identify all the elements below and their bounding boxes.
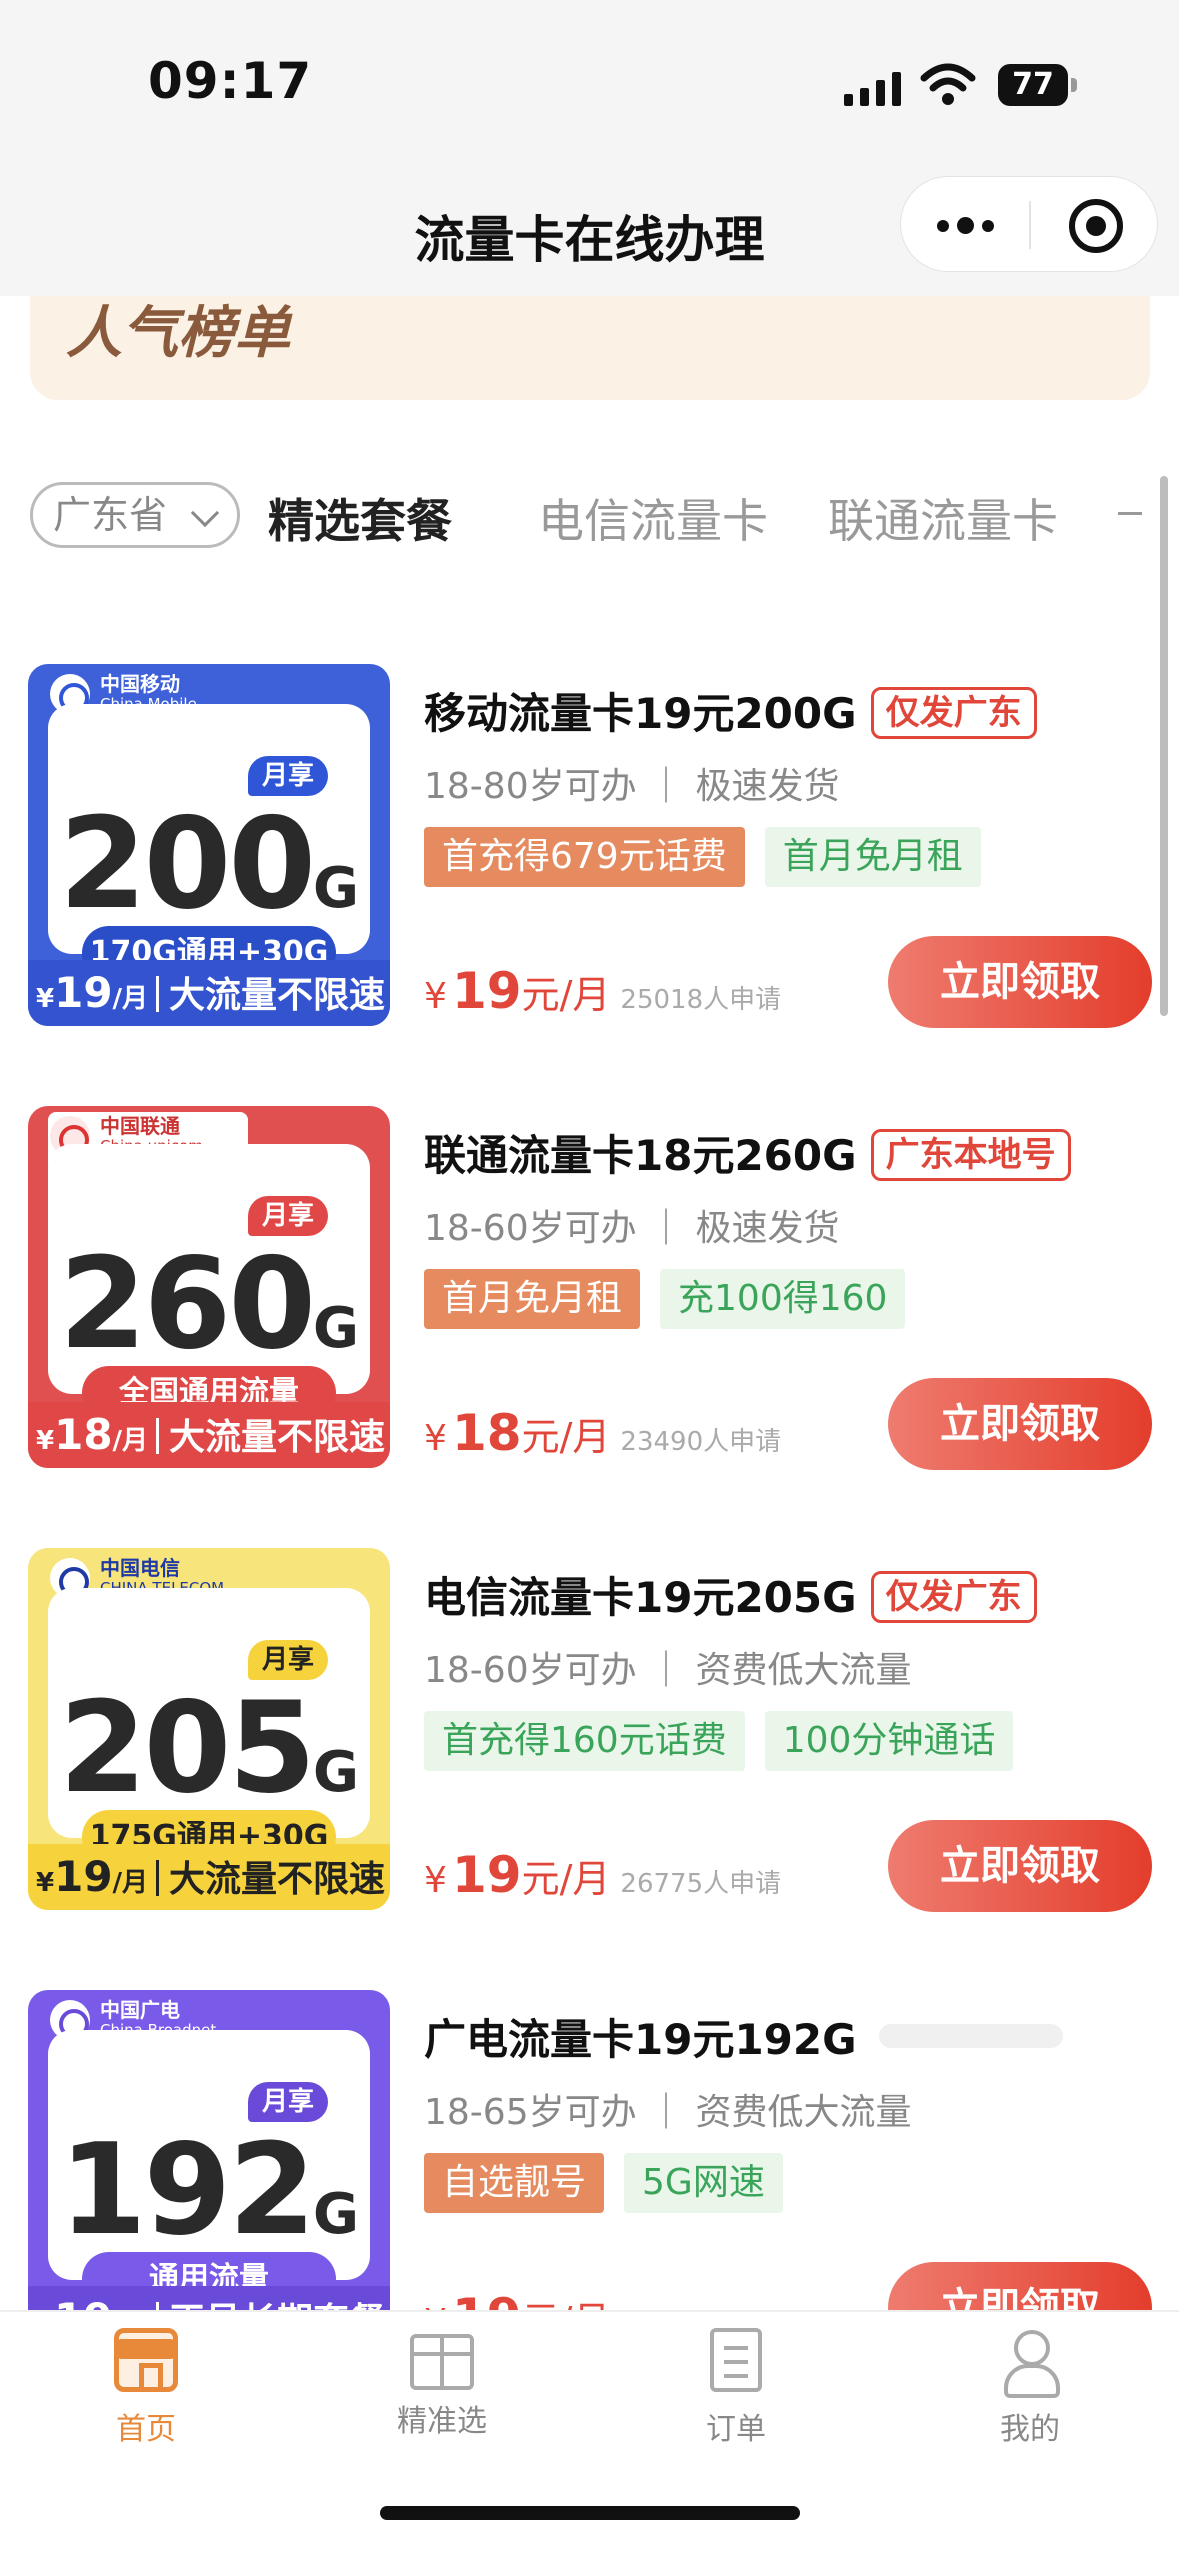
badge-placeholder xyxy=(878,2024,1063,2048)
tab-home-label: 首页 xyxy=(116,2412,176,2447)
promo-tag: 首月免月租 xyxy=(424,1269,641,1329)
applicants-count: 25018人申请 xyxy=(620,985,782,1015)
applicants-count: 26775人申请 xyxy=(620,1869,782,1899)
product-meta: 18-80岁可办 ｜ 极速发货 xyxy=(424,766,840,807)
tab-orders-label: 订单 xyxy=(706,2412,766,2447)
product-price: ¥ 18元/月 23490人申请 xyxy=(424,1404,782,1462)
claim-button[interactable]: 立即领取 xyxy=(888,936,1152,1028)
product-card[interactable]: 中国移动China Mobile 月享 200G 170G通用+30G定向 ¥1… xyxy=(0,664,1179,1044)
tab-featured[interactable]: 精选套餐 xyxy=(268,485,452,551)
region-badge: 仅发广东 xyxy=(870,687,1037,739)
tab-featured-label: 精选套餐 xyxy=(268,494,452,548)
tab-orders[interactable]: 订单 xyxy=(656,2328,816,2448)
store-icon xyxy=(114,2328,178,2392)
region-badge: 广东本地号 xyxy=(870,1129,1071,1181)
product-name: 广电流量卡19元192G xyxy=(424,2006,1164,2067)
product-card[interactable]: 中国联通China unicom 月享 260G 全国通用流量 ¥18/月大流量… xyxy=(0,1106,1179,1486)
tab-mine[interactable]: 我的 xyxy=(950,2328,1110,2448)
promo-tag: 自选靓号 xyxy=(424,2153,605,2213)
tab-home[interactable]: 首页 xyxy=(66,2328,226,2448)
product-image: 中国电信CHINA TELECOM 月享 205G 175G通用+30G定向 ¥… xyxy=(28,1548,390,1910)
product-name: 移动流量卡19元200G 仅发广东 xyxy=(424,680,1164,741)
wifi-icon xyxy=(920,63,976,105)
price-strip: ¥18/月 大流量不限速 xyxy=(28,1402,390,1468)
price-strip: ¥19/月 大流量不限速 xyxy=(28,1844,390,1910)
tab-precise-label: 精准选 xyxy=(397,2404,487,2439)
product-meta: 18-60岁可办 ｜ 极速发货 xyxy=(424,1208,840,1249)
battery-icon: 77 xyxy=(998,64,1077,106)
promo-tag: 100分钟通话 xyxy=(764,1711,1014,1771)
more-icon[interactable] xyxy=(937,217,994,234)
province-selector[interactable]: 广东省 xyxy=(30,482,240,548)
home-indicator[interactable] xyxy=(380,2506,800,2520)
scrollbar[interactable] xyxy=(1160,476,1168,1016)
promo-tag: 充100得160 xyxy=(660,1269,906,1329)
product-meta: 18-60岁可办 ｜ 资费低大流量 xyxy=(424,1650,912,1691)
province-label: 广东省 xyxy=(53,493,168,537)
gift-icon xyxy=(410,2334,474,2390)
product-price: ¥ 19元/月 25018人申请 xyxy=(424,962,782,1020)
region-badge: 仅发广东 xyxy=(870,1571,1037,1623)
promo-tag: 首充得160元话费 xyxy=(424,1711,745,1771)
product-card[interactable]: 中国电信CHINA TELECOM 月享 205G 175G通用+30G定向 ¥… xyxy=(0,1548,1179,1928)
product-name: 联通流量卡18元260G 广东本地号 xyxy=(424,1122,1164,1183)
product-name: 电信流量卡19元205G 仅发广东 xyxy=(424,1564,1164,1625)
product-meta: 18-65岁可办 ｜ 资费低大流量 xyxy=(424,2092,912,2133)
promo-tag: 首充得679元话费 xyxy=(424,827,745,887)
order-icon xyxy=(710,2328,762,2392)
chevron-down-icon xyxy=(190,498,220,528)
promo-tag: 首月免月租 xyxy=(764,827,981,887)
top-bar: 09:17 77 流量卡在线办理 xyxy=(0,0,1179,296)
tab-mine-label: 我的 xyxy=(1000,2412,1060,2447)
claim-button[interactable]: 立即领取 xyxy=(888,1820,1152,1912)
applicants-count: 23490人申请 xyxy=(620,1427,782,1457)
user-icon xyxy=(998,2328,1062,2398)
tab-precise[interactable]: 精准选 xyxy=(362,2328,522,2440)
status-time: 09:17 xyxy=(148,52,313,110)
product-image: 中国联通China unicom 月享 260G 全国通用流量 ¥18/月大流量… xyxy=(28,1106,390,1468)
tabs-more-indicator xyxy=(1118,512,1142,515)
product-price: ¥ 19元/月 26775人申请 xyxy=(424,1846,782,1904)
ranking-title: 人气榜单 xyxy=(66,301,290,366)
tab-unicom[interactable]: 联通流量卡 xyxy=(828,485,1058,551)
promo-tag: 5G网速 xyxy=(624,2153,783,2213)
claim-button[interactable]: 立即领取 xyxy=(888,1378,1152,1470)
app-page: 09:17 77 流量卡在线办理 人气榜单 广东省 精选套餐 电信流量卡 联通流… xyxy=(0,0,1179,2556)
mini-program-capsule xyxy=(900,176,1158,272)
close-miniprogram-icon[interactable] xyxy=(1069,199,1123,253)
product-image: 中国广电China Broadnet 月享 192G 通用流量 ¥19/月正号长… xyxy=(28,1990,390,2352)
product-image: 中国移动China Mobile 月享 200G 170G通用+30G定向 ¥1… xyxy=(28,664,390,1026)
tab-telecom[interactable]: 电信流量卡 xyxy=(538,485,768,551)
price-strip: ¥19/月 大流量不限速 xyxy=(28,960,390,1026)
signal-icon xyxy=(844,70,901,106)
